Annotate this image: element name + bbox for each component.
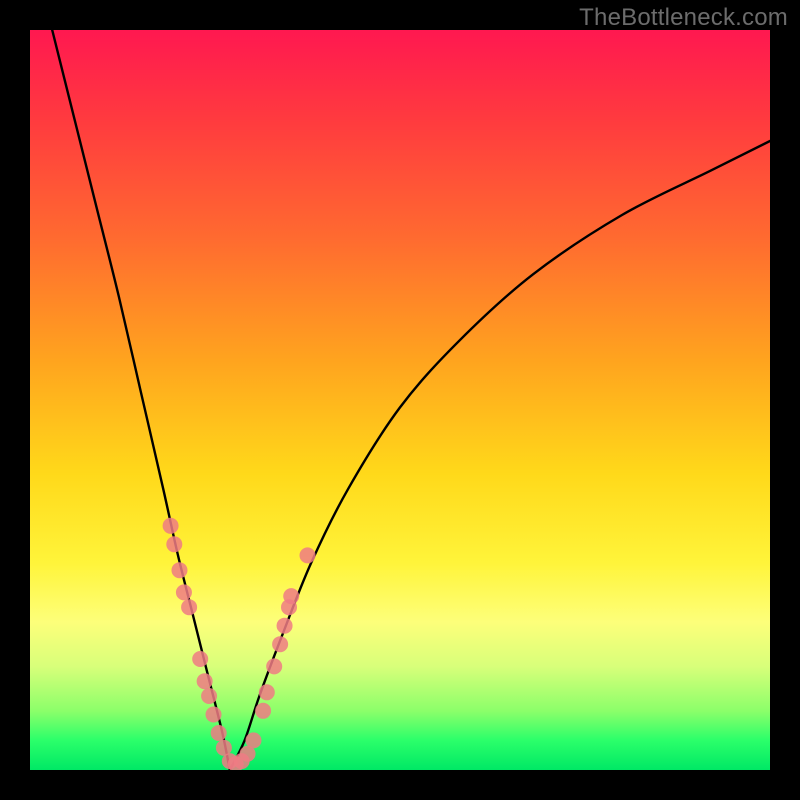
sample-dot xyxy=(300,547,316,563)
sample-dot xyxy=(192,651,208,667)
chart-frame: TheBottleneck.com xyxy=(0,0,800,800)
sample-dot xyxy=(171,562,187,578)
sample-dot xyxy=(266,658,282,674)
curve-layer xyxy=(30,30,770,770)
sample-dot xyxy=(211,725,227,741)
sample-dot xyxy=(181,599,197,615)
sample-dot xyxy=(283,588,299,604)
right-branch-line xyxy=(230,141,770,770)
sample-dot xyxy=(201,688,217,704)
sample-dot xyxy=(176,584,192,600)
sample-dot xyxy=(272,636,288,652)
sample-dot xyxy=(206,707,222,723)
sample-dot xyxy=(166,536,182,552)
sample-dot xyxy=(197,673,213,689)
sample-dots xyxy=(163,518,316,770)
sample-dot xyxy=(245,732,261,748)
sample-dot xyxy=(255,703,271,719)
sample-dot xyxy=(277,618,293,634)
right-branch-path xyxy=(230,141,770,770)
watermark-text: TheBottleneck.com xyxy=(579,4,788,32)
plot-area xyxy=(30,30,770,770)
sample-dot xyxy=(259,684,275,700)
sample-dot xyxy=(163,518,179,534)
